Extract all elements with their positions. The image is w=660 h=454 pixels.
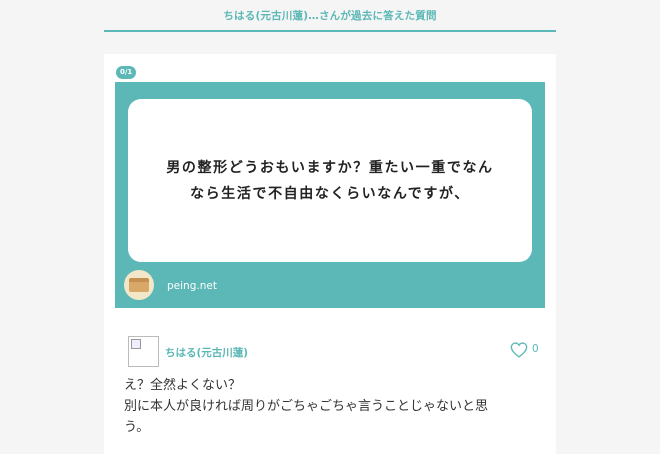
- broken-image-icon: [131, 339, 141, 349]
- like-count: 0: [532, 343, 539, 355]
- peing-source-label: peing.net: [167, 280, 217, 292]
- answerer-name-link[interactable]: ちはる(元古川蓮): [165, 345, 248, 360]
- question-box: 男の整形どうおもいますか？重たい一重でなん なら生活で不自由なくらいなんですが、: [128, 99, 532, 262]
- answer-text: え？全然よくない？ 別に本人が良ければ周りがごちゃごちゃ言うことじゃないと思 う…: [124, 378, 489, 435]
- question-index-badge: 0/1: [116, 66, 137, 79]
- question-text: 男の整形どうおもいますか？重たい一重でなん なら生活で不自由なくらいなんですが、: [166, 159, 494, 202]
- heart-icon[interactable]: [510, 342, 528, 358]
- question-panel[interactable]: 男の整形どうおもいますか？重たい一重でなん なら生活で不自由なくらいなんですが、…: [115, 82, 545, 308]
- peing-logo-icon: [124, 270, 154, 300]
- page-title: ちはる(元古川蓮)…さんが過去に答えた質問: [223, 9, 437, 22]
- avatar[interactable]: [128, 336, 159, 367]
- page-header: ちはる(元古川蓮)…さんが過去に答えた質問: [104, 0, 556, 32]
- question-card: 0/1 男の整形どうおもいますか？重たい一重でなん なら生活で不自由なくらいなん…: [104, 54, 556, 454]
